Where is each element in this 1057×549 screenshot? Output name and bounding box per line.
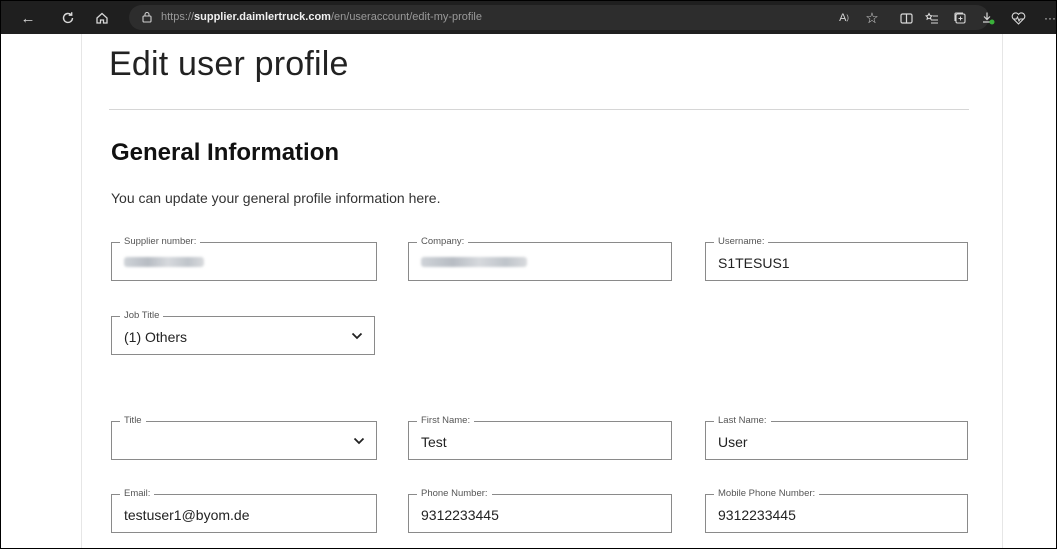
email-field[interactable]: Email: testuser1@byom.de — [111, 488, 377, 533]
supplier-number-label: Supplier number: — [120, 236, 201, 248]
split-screen-icon[interactable] — [897, 9, 915, 27]
title-label: Title — [120, 415, 146, 427]
company-label: Company: — [417, 236, 469, 248]
job-title-label: Job Title — [120, 310, 164, 322]
browser-essentials-icon[interactable] — [1009, 9, 1027, 27]
lock-icon — [142, 11, 152, 23]
first-name-label: First Name: — [417, 415, 475, 427]
page-content: Edit user profile General Information Yo… — [81, 34, 1003, 548]
phone-number-value: 9312233445 — [421, 507, 499, 523]
first-name-value: Test — [421, 434, 447, 450]
mobile-phone-field[interactable]: Mobile Phone Number: 9312233445 — [705, 488, 968, 533]
title-divider — [109, 109, 969, 110]
mobile-phone-label: Mobile Phone Number: — [714, 488, 820, 500]
refresh-icon[interactable] — [59, 9, 77, 27]
supplier-number-redacted — [124, 257, 204, 267]
company-field[interactable]: Company: — [408, 236, 672, 281]
browser-window: ← https://supplier.daimlertruck.com/en/u… — [0, 0, 1057, 549]
favorite-star-icon[interactable]: ☆ — [863, 9, 881, 27]
back-icon[interactable]: ← — [19, 9, 37, 27]
collections-icon[interactable] — [951, 9, 969, 27]
first-name-field[interactable]: First Name: Test — [408, 415, 672, 460]
email-label: Email: — [120, 488, 155, 500]
username-label: Username: — [714, 236, 769, 248]
page-margin-left — [1, 34, 81, 548]
browser-toolbar: ← https://supplier.daimlertruck.com/en/u… — [1, 1, 1056, 34]
phone-number-label: Phone Number: — [417, 488, 492, 500]
supplier-number-field[interactable]: Supplier number: — [111, 236, 377, 281]
last-name-field[interactable]: Last Name: User — [705, 415, 968, 460]
company-redacted — [421, 257, 527, 267]
last-name-value: User — [718, 434, 748, 450]
username-field[interactable]: Username: S1TESUS1 — [705, 236, 968, 281]
email-value: testuser1@byom.de — [124, 507, 250, 523]
title-select[interactable]: Title — [111, 415, 377, 460]
more-options-icon[interactable]: ··· — [1041, 9, 1056, 27]
home-icon[interactable] — [93, 9, 111, 27]
job-title-value: (1) Others — [124, 329, 188, 345]
job-title-select[interactable]: Job Title (1) Others — [111, 310, 375, 355]
chevron-down-icon — [353, 437, 365, 445]
url-text: https://supplier.daimlertruck.com/en/use… — [161, 11, 482, 23]
read-aloud-icon[interactable]: A) — [835, 9, 853, 27]
section-title: General Information — [111, 139, 340, 166]
address-bar[interactable]: https://supplier.daimlertruck.com/en/use… — [129, 5, 989, 30]
chevron-down-icon — [351, 332, 363, 340]
favorites-list-icon[interactable] — [923, 9, 941, 27]
section-description: You can update your general profile info… — [111, 190, 441, 206]
page-title: Edit user profile — [109, 45, 349, 83]
phone-number-field[interactable]: Phone Number: 9312233445 — [408, 488, 672, 533]
downloads-icon[interactable] — [979, 9, 997, 27]
username-value: S1TESUS1 — [718, 255, 790, 271]
last-name-label: Last Name: — [714, 415, 771, 427]
mobile-phone-value: 9312233445 — [718, 507, 796, 523]
